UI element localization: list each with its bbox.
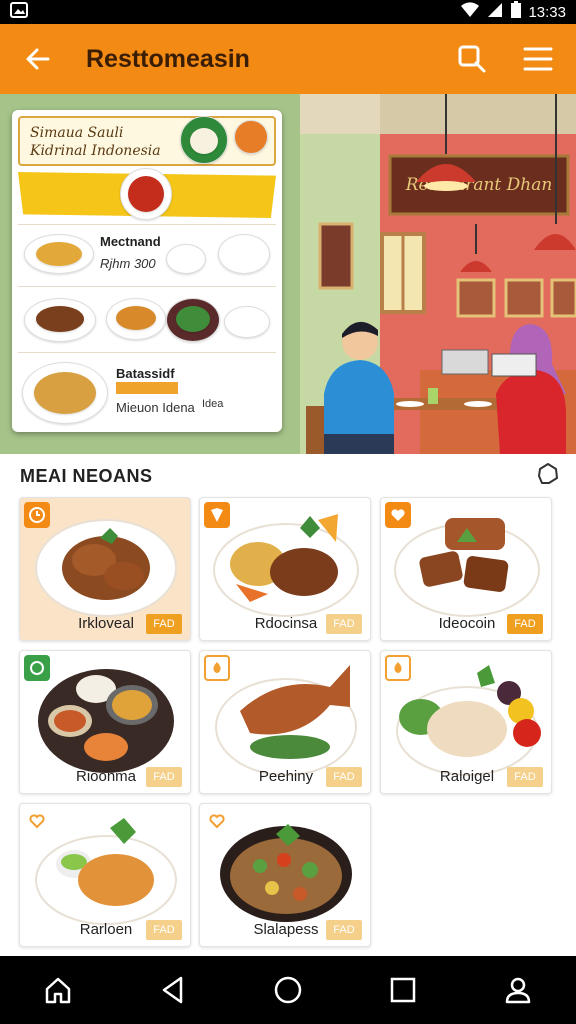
menu-item-price-tag[interactable]: FAD xyxy=(326,614,362,634)
menu-item-price-tag[interactable]: FAD xyxy=(507,614,543,634)
menu-item-card[interactable]: Ideocoin FAD xyxy=(380,497,552,641)
notification-icon xyxy=(10,2,28,22)
menu-item-price-tag[interactable]: FAD xyxy=(507,767,543,787)
menu-item-price-tag[interactable]: FAD xyxy=(146,920,182,940)
dish-plate-icon xyxy=(234,120,268,154)
rice-plate-icon xyxy=(218,234,270,274)
home-icon[interactable] xyxy=(38,970,78,1010)
menu-item-price-tag[interactable]: FAD xyxy=(146,614,182,634)
menu-poster-row4-price: Idea xyxy=(202,398,224,410)
battery-icon xyxy=(510,1,522,23)
menu-item-price-tag[interactable]: FAD xyxy=(146,767,182,787)
menu-poster-title-line1: Simaua Sauli xyxy=(30,125,124,141)
menu-poster-row4-sub: Mieuon Idena xyxy=(116,400,195,415)
status-bar: 13:33 xyxy=(0,0,576,24)
menu-item-card[interactable]: Rarloen FAD xyxy=(19,803,191,947)
menu-poster-title-line2: Kidrinal Indonesia xyxy=(30,143,161,159)
section-header: MEAI NEOANS xyxy=(20,462,560,490)
menu-item-card[interactable]: Peehiny FAD xyxy=(199,650,371,794)
app-title: Resttomeasin xyxy=(86,44,250,73)
menu-poster-row2-sub: Rjhm 300 xyxy=(100,256,156,271)
menu-poster-row2-label: Mectnand xyxy=(100,234,161,249)
menu-item-card[interactable]: Rdocinsa FAD xyxy=(199,497,371,641)
search-icon[interactable] xyxy=(452,39,492,79)
menu-item-price-tag[interactable]: FAD xyxy=(326,920,362,940)
menu-poster-row4-tag xyxy=(116,382,178,394)
back-arrow-icon[interactable] xyxy=(18,39,58,79)
section-title: MEAI NEOANS xyxy=(20,465,153,486)
status-time: 13:33 xyxy=(528,3,566,21)
profile-icon[interactable] xyxy=(498,970,538,1010)
menu-icon[interactable] xyxy=(518,39,558,79)
chat-bubble-icon[interactable] xyxy=(536,462,560,491)
menu-item-card[interactable]: Rioonma FAD xyxy=(19,650,191,794)
system-nav-bar xyxy=(0,956,576,1024)
menu-item-card[interactable]: Slalapess FAD xyxy=(199,803,371,947)
menu-poster: Simaua Sauli Kidrinal Indonesia Mectnand… xyxy=(12,110,282,432)
back-icon[interactable] xyxy=(153,970,193,1010)
wifi-icon xyxy=(460,2,480,22)
rice-bowl-icon xyxy=(166,244,206,274)
hero-banner: Restaurant Dhan Simaua Sauli Kidrinal In… xyxy=(0,94,576,454)
signal-icon xyxy=(486,2,504,22)
menu-poster-row4-label: Batassidf xyxy=(116,366,175,381)
menu-item-card[interactable]: Raloigel FAD xyxy=(380,650,552,794)
app-bar: Resttomeasin xyxy=(0,24,576,94)
menu-item-card[interactable]: Irkloveal FAD xyxy=(19,497,191,641)
rice-bowl-icon xyxy=(224,306,270,338)
menu-poster-header: Simaua Sauli Kidrinal Indonesia xyxy=(18,116,276,166)
recents-icon[interactable] xyxy=(383,970,423,1010)
home-circle-icon[interactable] xyxy=(268,970,308,1010)
menu-item-price-tag[interactable]: FAD xyxy=(326,767,362,787)
